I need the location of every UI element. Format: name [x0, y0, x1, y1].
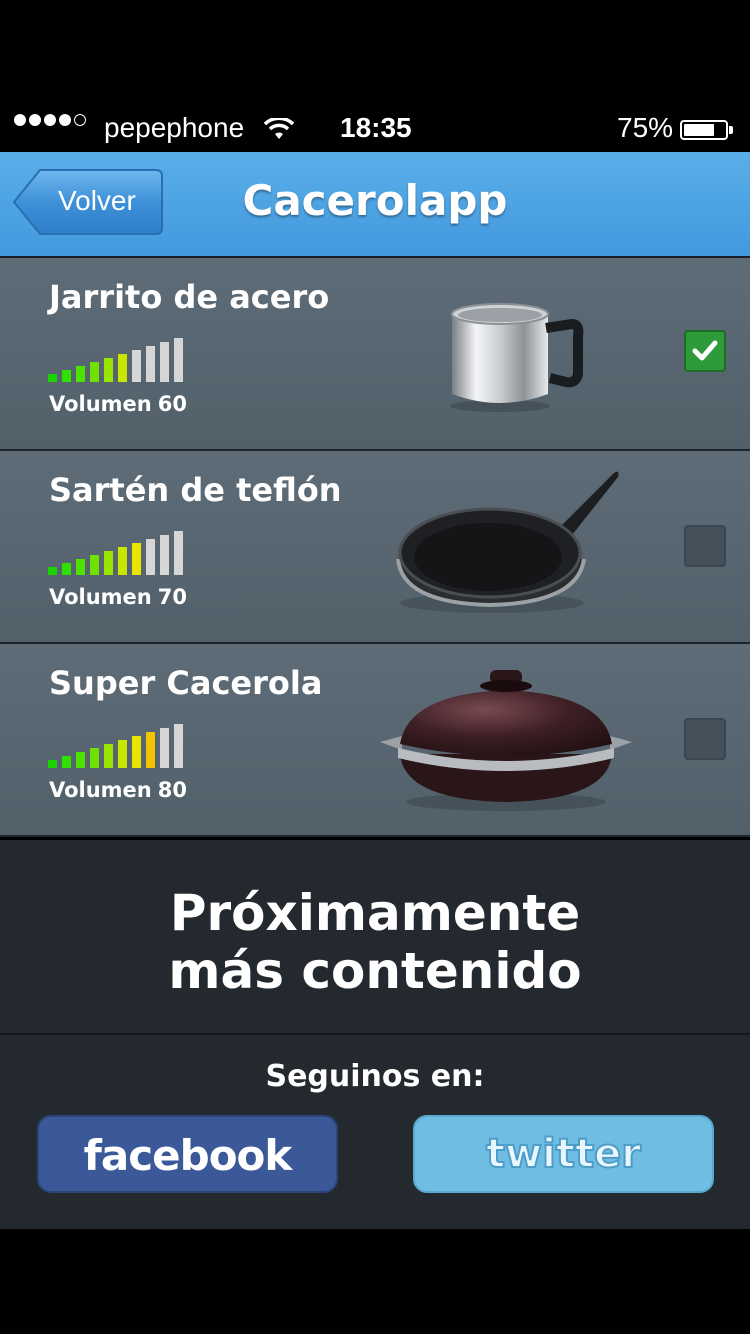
- meter-bar: [62, 563, 71, 575]
- volume-value: 80: [157, 778, 187, 802]
- signal-dot: [14, 114, 26, 126]
- meter-bar: [174, 338, 183, 382]
- meter-bar: [132, 543, 141, 575]
- meter-bar: [104, 358, 113, 382]
- casserole-icon: [380, 670, 632, 811]
- list-item-sarten[interactable]: Sartén de teflón Volumen 70: [0, 451, 750, 644]
- coming-soon-line1: Próximamente: [169, 884, 581, 942]
- meter-bar: [118, 354, 127, 382]
- volume-value: 60: [157, 392, 187, 416]
- checkmark-icon: [692, 340, 718, 361]
- coming-soon-line2: más contenido: [168, 942, 582, 1000]
- signal-dot: [29, 114, 41, 126]
- follow-section: Seguinos en: facebook twitter: [0, 1035, 750, 1229]
- clock: 18:35: [340, 112, 412, 143]
- facebook-logo-text: facebook: [83, 1131, 293, 1180]
- meter-bar: [174, 531, 183, 575]
- meter-bar: [90, 748, 99, 768]
- signal-strength-icon: [14, 114, 89, 126]
- twitter-logo-text: twitter: [485, 1130, 642, 1178]
- pot-list: Jarrito de acero Volumen 60 Sartén de te…: [0, 258, 750, 837]
- meter-bar: [76, 366, 85, 382]
- volume-text: Volumen: [49, 585, 152, 609]
- meter-bar: [90, 555, 99, 575]
- signal-dot: [74, 114, 86, 126]
- meter-bar: [104, 744, 113, 768]
- navigation-bar: Volver Cacerolapp: [0, 152, 750, 259]
- meter-bar: [146, 539, 155, 575]
- meter-bar: [132, 350, 141, 382]
- battery-icon: [680, 120, 728, 140]
- coming-soon-text: Próximamente más contenido: [0, 884, 750, 1000]
- volume-text: Volumen: [49, 778, 152, 802]
- meter-bar: [48, 374, 57, 382]
- meter-bar: [160, 535, 169, 575]
- meter-bar: [90, 362, 99, 382]
- battery-percent: 75%: [617, 112, 674, 143]
- meter-bar: [76, 752, 85, 768]
- meter-bar: [146, 732, 155, 768]
- meter-bar: [174, 724, 183, 768]
- volume-text: Volumen: [49, 392, 152, 416]
- meter-bar: [118, 547, 127, 575]
- milk-pot-icon: [450, 303, 584, 412]
- meter-bar: [132, 736, 141, 768]
- volume-label: Volumen 80: [49, 778, 187, 802]
- meter-bar: [62, 756, 71, 768]
- volume-value: 70: [157, 585, 187, 609]
- screen: pepephone 18:35 75% Volver Cacerolapp Ja…: [0, 0, 750, 1334]
- meter-bar: [160, 728, 169, 768]
- meter-bar: [62, 370, 71, 382]
- battery-nub: [729, 126, 733, 134]
- volume-label: Volumen 60: [49, 392, 187, 416]
- volume-meter: [48, 531, 188, 575]
- follow-label: Seguinos en:: [265, 1059, 485, 1094]
- carrier-name: pepephone: [104, 112, 245, 143]
- twitter-button[interactable]: twitter: [413, 1115, 714, 1193]
- meter-bar: [118, 740, 127, 768]
- meter-bar: [104, 551, 113, 575]
- volume-meter: [48, 724, 188, 768]
- frying-pan-icon: [396, 471, 619, 613]
- select-checkbox[interactable]: [684, 525, 726, 567]
- meter-bar: [76, 559, 85, 575]
- item-name: Sartén de teflón: [49, 471, 342, 509]
- facebook-button[interactable]: facebook: [37, 1115, 338, 1193]
- meter-bar: [48, 567, 57, 575]
- select-checkbox[interactable]: [684, 718, 726, 760]
- item-name: Jarrito de acero: [49, 278, 330, 316]
- meter-bar: [160, 342, 169, 382]
- item-name: Super Cacerola: [49, 664, 323, 702]
- coming-soon-banner: Próximamente más contenido: [0, 840, 750, 1035]
- signal-dot: [44, 114, 56, 126]
- list-item-jarrito[interactable]: Jarrito de acero Volumen 60: [0, 258, 750, 451]
- meter-bar: [48, 760, 57, 768]
- signal-dot: [59, 114, 71, 126]
- status-bar: pepephone 18:35 75%: [0, 104, 750, 152]
- page-title: Cacerolapp: [242, 176, 508, 225]
- meter-bar: [146, 346, 155, 382]
- volume-label: Volumen 70: [49, 585, 187, 609]
- list-item-super-cacerola[interactable]: Super Cacerola Volumen 80: [0, 644, 750, 837]
- wifi-icon: [264, 118, 294, 139]
- select-checkbox[interactable]: [684, 330, 726, 372]
- volume-meter: [48, 338, 188, 382]
